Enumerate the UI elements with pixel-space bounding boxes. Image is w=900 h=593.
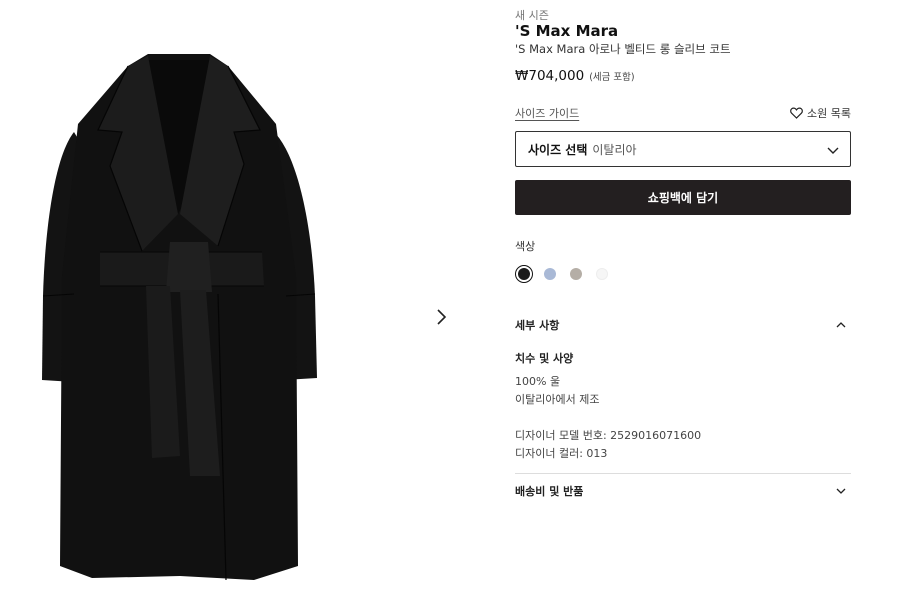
divider xyxy=(515,473,851,474)
chevron-down-icon xyxy=(836,488,846,494)
size-guide-link[interactable]: 사이즈 가이드 xyxy=(515,105,579,121)
chevron-down-icon xyxy=(827,147,839,154)
product-image xyxy=(42,54,317,581)
product-gallery xyxy=(0,0,470,593)
size-select[interactable]: 사이즈 선택 이탈리아 xyxy=(515,131,851,167)
color-dot xyxy=(570,268,582,280)
brand-name[interactable]: 'S Max Mara xyxy=(515,22,618,40)
add-to-bag-button[interactable]: 쇼핑백에 담기 xyxy=(515,180,851,215)
details-title: 세부 사항 xyxy=(515,319,560,332)
chevron-right-icon[interactable] xyxy=(431,306,451,328)
size-select-label: 사이즈 선택 xyxy=(528,142,588,157)
spec-color-code: 디자이너 컬러: 013 xyxy=(515,447,608,460)
chevron-up-icon xyxy=(836,322,846,328)
color-title: 색상 xyxy=(515,240,536,253)
spec-model-number: 디자이너 모델 번호: 2529016071600 xyxy=(515,429,702,442)
color-swatches xyxy=(515,265,611,283)
color-dot xyxy=(544,268,556,280)
shipping-title: 배송비 및 반품 xyxy=(515,485,584,498)
price: ₩704,000 xyxy=(515,68,585,84)
color-swatch-black[interactable] xyxy=(515,265,533,283)
heart-icon xyxy=(790,107,803,119)
wishlist-label: 소원 목록 xyxy=(807,107,851,120)
product-title: 'S Max Mara 아로나 벨티드 롱 슬리브 코트 xyxy=(515,42,731,56)
color-dot xyxy=(596,268,608,280)
details-accordion-header[interactable]: 세부 사항 xyxy=(515,312,851,338)
color-swatch-light-blue[interactable] xyxy=(541,265,559,283)
color-swatch-white[interactable] xyxy=(593,265,611,283)
color-swatch-taupe[interactable] xyxy=(567,265,585,283)
tax-note: (세금 포함) xyxy=(589,72,635,83)
color-dot xyxy=(518,268,530,280)
spec-origin: 이탈리아에서 제조 xyxy=(515,393,600,406)
new-season-label: 새 시즌 xyxy=(515,9,549,22)
spec-title: 치수 및 사양 xyxy=(515,352,574,365)
size-select-value: 이탈리아 xyxy=(592,142,637,157)
spec-material: 100% 울 xyxy=(515,375,561,388)
price-row: ₩704,000 (세금 포함) xyxy=(515,68,635,84)
wishlist-button[interactable]: 소원 목록 xyxy=(790,105,851,121)
shipping-accordion-header[interactable]: 배송비 및 반품 xyxy=(515,480,851,502)
